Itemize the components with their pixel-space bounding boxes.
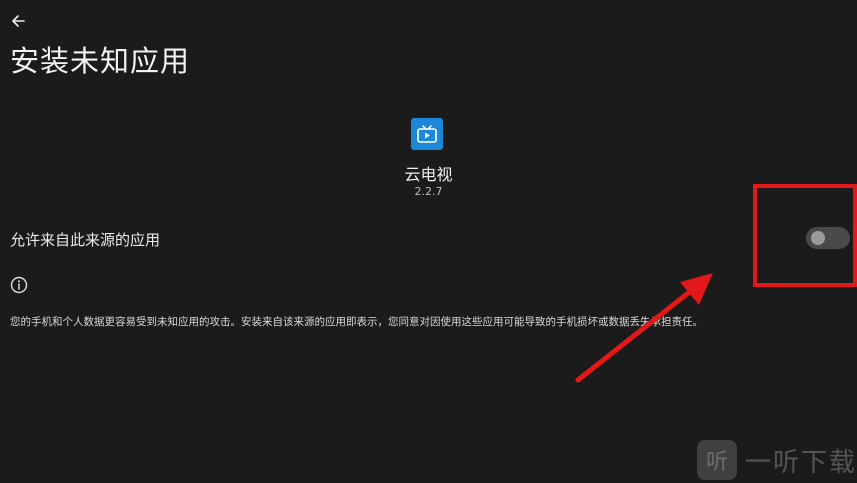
arrow-back-icon — [12, 15, 25, 27]
info-icon — [10, 276, 28, 294]
settings-screen: 安装未知应用 云电视 2.2.7 允许来自此来源的应用 您的手机和个人数据更容易… — [0, 0, 857, 483]
app-icon — [411, 118, 443, 150]
watermark-text: 一听下载 — [745, 447, 857, 478]
back-button[interactable] — [6, 9, 30, 33]
warning-text: 您的手机和个人数据更容易受到未知应用的攻击。安装来自该来源的应用即表示，您同意对… — [10, 316, 703, 328]
watermark-logo: 听 — [697, 440, 737, 480]
toggle-knob — [811, 231, 825, 245]
allow-source-label: 允许来自此来源的应用 — [10, 231, 161, 249]
allow-source-toggle[interactable] — [806, 227, 850, 249]
page-title: 安装未知应用 — [10, 44, 191, 78]
watermark: 听 一听下载 — [697, 440, 857, 480]
app-version: 2.2.7 — [414, 185, 443, 198]
app-name: 云电视 — [404, 165, 453, 184]
tv-play-icon — [417, 125, 437, 143]
